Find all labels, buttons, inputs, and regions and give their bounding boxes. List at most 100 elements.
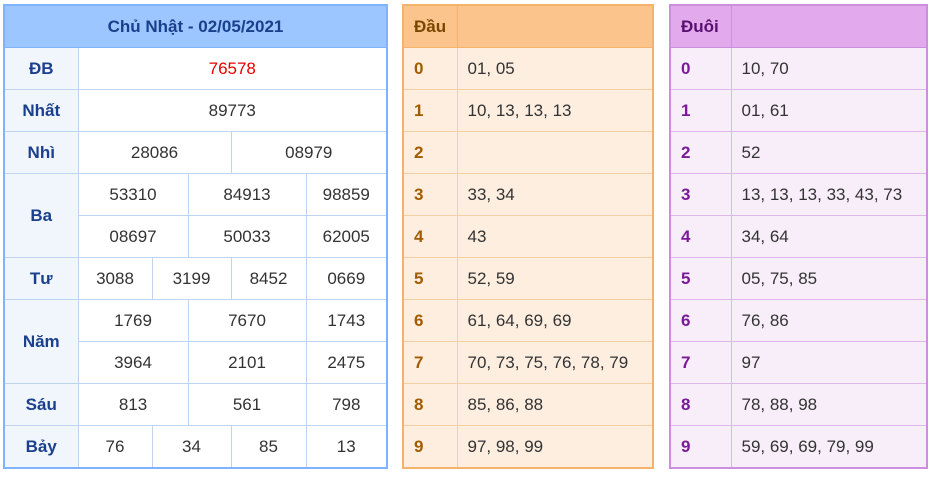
label-sau: Sáu — [3, 383, 79, 426]
duoi-row: 4 34, 64 — [669, 215, 928, 258]
dau-value: 70, 73, 75, 76, 78, 79 — [456, 341, 654, 384]
row-db: ĐB 76578 — [3, 47, 388, 90]
prize-nhat-value: 89773 — [77, 89, 388, 132]
duoi-row: 9 59, 69, 69, 79, 99 — [669, 425, 928, 469]
dau-key: 0 — [402, 47, 458, 90]
dau-value: 43 — [456, 215, 654, 258]
label-ba: Ba — [3, 173, 79, 258]
prize-bay-value: 13 — [305, 425, 388, 469]
duoi-row: 7 97 — [669, 341, 928, 384]
label-nam: Năm — [3, 299, 79, 384]
prize-ba-value: 08697 — [77, 215, 189, 258]
duoi-value: 76, 86 — [730, 299, 928, 342]
dau-value — [456, 131, 654, 174]
prize-nam-value: 3964 — [77, 341, 189, 384]
dau-row: 3 33, 34 — [402, 173, 654, 216]
duoi-value: 05, 75, 85 — [730, 257, 928, 300]
prize-tu-value: 8452 — [230, 257, 307, 300]
prize-ba-value: 84913 — [187, 173, 307, 216]
duoi-row: 1 01, 61 — [669, 89, 928, 132]
dau-row: 2 — [402, 131, 654, 174]
dau-key: 7 — [402, 341, 458, 384]
prize-ba-value: 53310 — [77, 173, 189, 216]
dau-table: Đầu 0 01, 05 1 10, 13, 13, 13 2 3 33, 34 44… — [402, 4, 654, 469]
dau-value: 01, 05 — [456, 47, 654, 90]
dau-row: 8 85, 86, 88 — [402, 383, 654, 426]
prize-bay-value: 85 — [230, 425, 307, 469]
row-ba-1: Ba 53310 84913 98859 — [3, 173, 388, 258]
prize-tu-value: 0669 — [305, 257, 388, 300]
dau-row: 5 52, 59 — [402, 257, 654, 300]
prize-nam-value: 1743 — [305, 299, 388, 342]
duoi-table: Đuôi 0 10, 70 1 01, 61 2 52 3 13, 13, 13, 33… — [669, 4, 928, 469]
duoi-value: 34, 64 — [730, 215, 928, 258]
dau-value: 33, 34 — [456, 173, 654, 216]
prize-sau-value: 561 — [187, 383, 307, 426]
label-tu: Tư — [3, 257, 79, 300]
label-nhi: Nhì — [3, 131, 79, 174]
dau-value: 97, 98, 99 — [456, 425, 654, 469]
prize-nam-value: 2101 — [187, 341, 307, 384]
duoi-header: Đuôi — [669, 4, 732, 48]
duoi-row: 6 76, 86 — [669, 299, 928, 342]
duoi-value: 13, 13, 13, 33, 43, 73 — [730, 173, 928, 216]
duoi-key: 1 — [669, 89, 732, 132]
duoi-value: 97 — [730, 341, 928, 384]
prize-nhi-value: 08979 — [230, 131, 388, 174]
prize-sau-value: 798 — [305, 383, 388, 426]
dau-row: 4 43 — [402, 215, 654, 258]
row-nhat: Nhất 89773 — [3, 89, 388, 132]
dau-row: 7 70, 73, 75, 76, 78, 79 — [402, 341, 654, 384]
duoi-value: 59, 69, 69, 79, 99 — [730, 425, 928, 469]
duoi-row: 2 52 — [669, 131, 928, 174]
duoi-key: 6 — [669, 299, 732, 342]
duoi-key: 8 — [669, 383, 732, 426]
prize-nam-value: 1769 — [77, 299, 189, 342]
dau-key: 5 — [402, 257, 458, 300]
duoi-value: 01, 61 — [730, 89, 928, 132]
dau-value: 85, 86, 88 — [456, 383, 654, 426]
dau-key: 2 — [402, 131, 458, 174]
dau-key: 3 — [402, 173, 458, 216]
prize-tu-value: 3088 — [77, 257, 153, 300]
label-nhat: Nhất — [3, 89, 79, 132]
prize-bay-value: 34 — [151, 425, 232, 469]
prize-sau-value: 813 — [77, 383, 189, 426]
duoi-header-blank — [730, 4, 928, 48]
dau-header-blank — [456, 4, 654, 48]
duoi-key: 0 — [669, 47, 732, 90]
results-header-row: Chủ Nhật - 02/05/2021 — [3, 4, 388, 48]
row-sau: Sáu 813 561 798 — [3, 383, 388, 426]
duoi-key: 9 — [669, 425, 732, 469]
duoi-row: 0 10, 70 — [669, 47, 928, 90]
duoi-key: 3 — [669, 173, 732, 216]
duoi-key: 5 — [669, 257, 732, 300]
prize-nhi-value: 28086 — [77, 131, 232, 174]
duoi-row: 5 05, 75, 85 — [669, 257, 928, 300]
dau-value: 61, 64, 69, 69 — [456, 299, 654, 342]
duoi-row: 8 78, 88, 98 — [669, 383, 928, 426]
dau-value: 52, 59 — [456, 257, 654, 300]
row-tu: Tư 3088 3199 8452 0669 — [3, 257, 388, 300]
dau-value: 10, 13, 13, 13 — [456, 89, 654, 132]
row-nhi: Nhì 28086 08979 — [3, 131, 388, 174]
duoi-key: 7 — [669, 341, 732, 384]
prize-nam-value: 2475 — [305, 341, 388, 384]
dau-header-row: Đầu — [402, 4, 654, 48]
dau-key: 6 — [402, 299, 458, 342]
duoi-row: 3 13, 13, 13, 33, 43, 73 — [669, 173, 928, 216]
dau-header: Đầu — [402, 4, 458, 48]
prize-ba-value: 98859 — [305, 173, 388, 216]
results-title: Chủ Nhật - 02/05/2021 — [3, 4, 388, 48]
prize-tu-value: 3199 — [151, 257, 232, 300]
prize-ba-value: 62005 — [305, 215, 388, 258]
prize-bay-value: 76 — [77, 425, 153, 469]
dau-row: 6 61, 64, 69, 69 — [402, 299, 654, 342]
dau-row: 9 97, 98, 99 — [402, 425, 654, 469]
dau-row: 1 10, 13, 13, 13 — [402, 89, 654, 132]
duoi-key: 2 — [669, 131, 732, 174]
dau-key: 4 — [402, 215, 458, 258]
duoi-value: 78, 88, 98 — [730, 383, 928, 426]
dau-key: 1 — [402, 89, 458, 132]
results-table: Chủ Nhật - 02/05/2021 ĐB 76578 Nhất 8977… — [3, 4, 389, 469]
